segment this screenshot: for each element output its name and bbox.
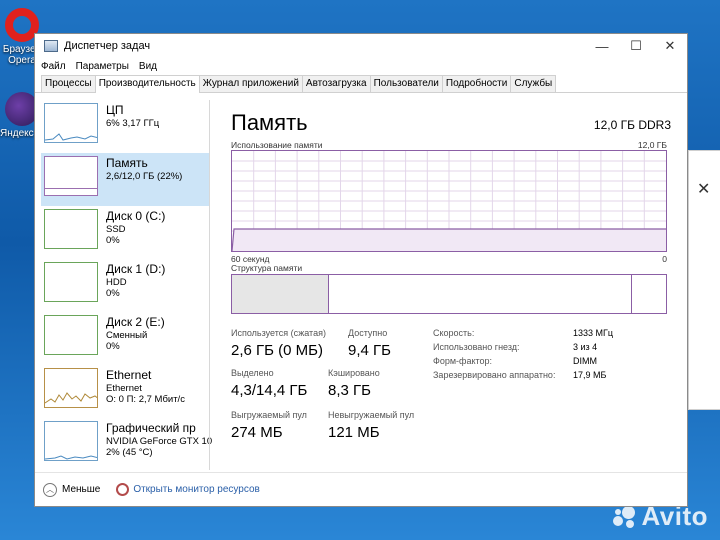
memory-detail-panel: Память 12,0 ГБ DDR3 Использование памяти…	[231, 100, 671, 470]
free-segment	[632, 275, 666, 313]
ethernet-thumbnail-graph	[44, 368, 98, 408]
in-use-value: 2,6 ГБ (0 МБ)	[231, 342, 323, 359]
sidebar-divider	[209, 100, 210, 470]
open-resource-monitor-link[interactable]: Открыть монитор ресурсов	[133, 484, 260, 495]
disk-2-thumbnail-graph	[44, 315, 98, 355]
sidebar-item-detail: Сменный	[106, 330, 148, 341]
task-manager-window: Диспетчер задач — ☐ ✕ Файл Параметры Вид…	[34, 33, 688, 507]
background-window-edge: ✕	[688, 150, 720, 410]
hardware-reserved-label: Зарезервировано аппаратно:	[433, 370, 556, 380]
paged-pool-label: Выгружаемый пул	[231, 410, 307, 420]
sidebar-item-detail: О: 0 П: 2,7 Мбит/с	[106, 394, 185, 405]
usage-graph-max: 12,0 ГБ	[637, 140, 667, 150]
sidebar-item-detail: 6% 3,17 ГГц	[106, 118, 160, 129]
sidebar-item-disk-1[interactable]: Диск 1 (D:) HDD 0%	[41, 259, 209, 312]
sidebar-item-label: ЦП	[106, 103, 124, 117]
fewer-details-button[interactable]: Меньше	[62, 484, 100, 495]
tab-strip: Процессы Производительность Журнал прило…	[35, 74, 687, 93]
sidebar-item-label: Диск 1 (D:)	[106, 262, 166, 276]
in-use-label: Используется (сжатая)	[231, 328, 326, 338]
sidebar-item-memory[interactable]: Память 2,6/12,0 ГБ (22%)	[41, 153, 209, 206]
paged-pool-value: 274 МБ	[231, 424, 283, 441]
sidebar-item-disk-2[interactable]: Диск 2 (E:) Сменный 0%	[41, 312, 209, 365]
sidebar-item-label: Диск 2 (E:)	[106, 315, 165, 329]
sidebar-item-detail: 0%	[106, 235, 120, 246]
menu-view[interactable]: Вид	[139, 61, 157, 72]
tab-services[interactable]: Службы	[510, 75, 557, 92]
resource-sidebar: ЦП 6% 3,17 ГГц Память 2,6/12,0 ГБ (22%) …	[41, 100, 213, 471]
maximize-button[interactable]: ☐	[619, 38, 653, 54]
gpu-thumbnail-graph	[44, 421, 98, 461]
menu-options[interactable]: Параметры	[76, 61, 129, 72]
sidebar-item-detail: HDD	[106, 277, 127, 288]
chevron-up-icon[interactable]: ︿	[43, 482, 57, 497]
nonpaged-pool-label: Невыгружаемый пул	[328, 410, 415, 420]
menu-file[interactable]: Файл	[41, 61, 66, 72]
page-title: Память	[231, 110, 308, 135]
window-title: Диспетчер задач	[64, 40, 151, 52]
available-value: 9,4 ГБ	[348, 342, 391, 359]
sidebar-item-detail: 0%	[106, 341, 120, 352]
memory-spec: 12,0 ГБ DDR3	[593, 118, 671, 132]
form-factor-label: Форм-фактор:	[433, 356, 493, 366]
title-bar[interactable]: Диспетчер задач — ☐ ✕	[35, 34, 687, 58]
tab-processes[interactable]: Процессы	[41, 75, 96, 92]
close-icon[interactable]: ✕	[697, 179, 710, 199]
sidebar-item-detail: 0%	[106, 288, 120, 299]
memory-usage-graph	[231, 150, 667, 252]
memory-thumbnail-graph	[44, 156, 98, 196]
structure-label: Структура памяти	[231, 263, 303, 273]
sidebar-item-disk-0[interactable]: Диск 0 (C:) SSD 0%	[41, 206, 209, 259]
sidebar-item-cpu[interactable]: ЦП 6% 3,17 ГГц	[41, 100, 209, 153]
performance-content: ЦП 6% 3,17 ГГц Память 2,6/12,0 ГБ (22%) …	[35, 94, 687, 472]
graph-time-right: 0	[662, 254, 667, 264]
nonpaged-pool-value: 121 МБ	[328, 424, 380, 441]
tab-startup[interactable]: Автозагрузка	[301, 75, 371, 92]
speed-label: Скорость:	[433, 328, 475, 338]
tab-details[interactable]: Подробности	[441, 75, 512, 92]
form-factor-value: DIMM	[573, 356, 597, 366]
footer-bar: ︿ Меньше Открыть монитор ресурсов	[35, 472, 687, 506]
tab-performance[interactable]: Производительность	[94, 75, 200, 93]
slots-label: Использовано гнезд:	[433, 342, 520, 352]
cached-value: 8,3 ГБ	[328, 382, 371, 399]
close-button[interactable]: ✕	[653, 38, 687, 54]
committed-value: 4,3/14,4 ГБ	[231, 382, 308, 399]
disk-0-thumbnail-graph	[44, 209, 98, 249]
sidebar-item-label: Ethernet	[106, 368, 152, 382]
in-use-segment	[232, 275, 329, 313]
sidebar-item-gpu[interactable]: Графический пр NVIDIA GeForce GTX 10 2% …	[41, 418, 213, 471]
cpu-thumbnail-graph	[44, 103, 98, 143]
sidebar-item-label: Графический пр	[106, 421, 196, 435]
menu-bar: Файл Параметры Вид	[35, 58, 687, 74]
resource-monitor-icon	[116, 483, 130, 496]
committed-label: Выделено	[231, 368, 274, 378]
slots-value: 3 из 4	[573, 342, 598, 352]
sidebar-item-detail: NVIDIA GeForce GTX 10	[106, 436, 213, 447]
standby-segment	[329, 275, 632, 313]
available-label: Доступно	[348, 328, 388, 338]
avito-logo-icon	[613, 506, 637, 530]
tab-app-history[interactable]: Журнал приложений	[198, 75, 303, 92]
tab-users[interactable]: Пользователи	[369, 75, 443, 92]
sidebar-item-detail: SSD	[106, 224, 126, 235]
minimize-button[interactable]: —	[585, 39, 619, 54]
usage-graph-label: Использование памяти	[231, 140, 323, 150]
task-manager-icon	[44, 40, 58, 52]
sidebar-item-label: Память	[106, 156, 148, 170]
sidebar-item-detail: 2,6/12,0 ГБ (22%)	[106, 171, 183, 182]
disk-1-thumbnail-graph	[44, 262, 98, 302]
sidebar-item-detail: Ethernet	[106, 383, 142, 394]
sidebar-item-ethernet[interactable]: Ethernet Ethernet О: 0 П: 2,7 Мбит/с	[41, 365, 209, 418]
sidebar-item-label: Диск 0 (C:)	[106, 209, 166, 223]
memory-composition-bar	[231, 274, 667, 314]
speed-value: 1333 МГц	[573, 328, 614, 338]
hardware-reserved-value: 17,9 МБ	[573, 370, 607, 380]
sidebar-item-detail: 2% (45 °C)	[106, 447, 153, 458]
cached-label: Кэшировано	[328, 368, 380, 378]
